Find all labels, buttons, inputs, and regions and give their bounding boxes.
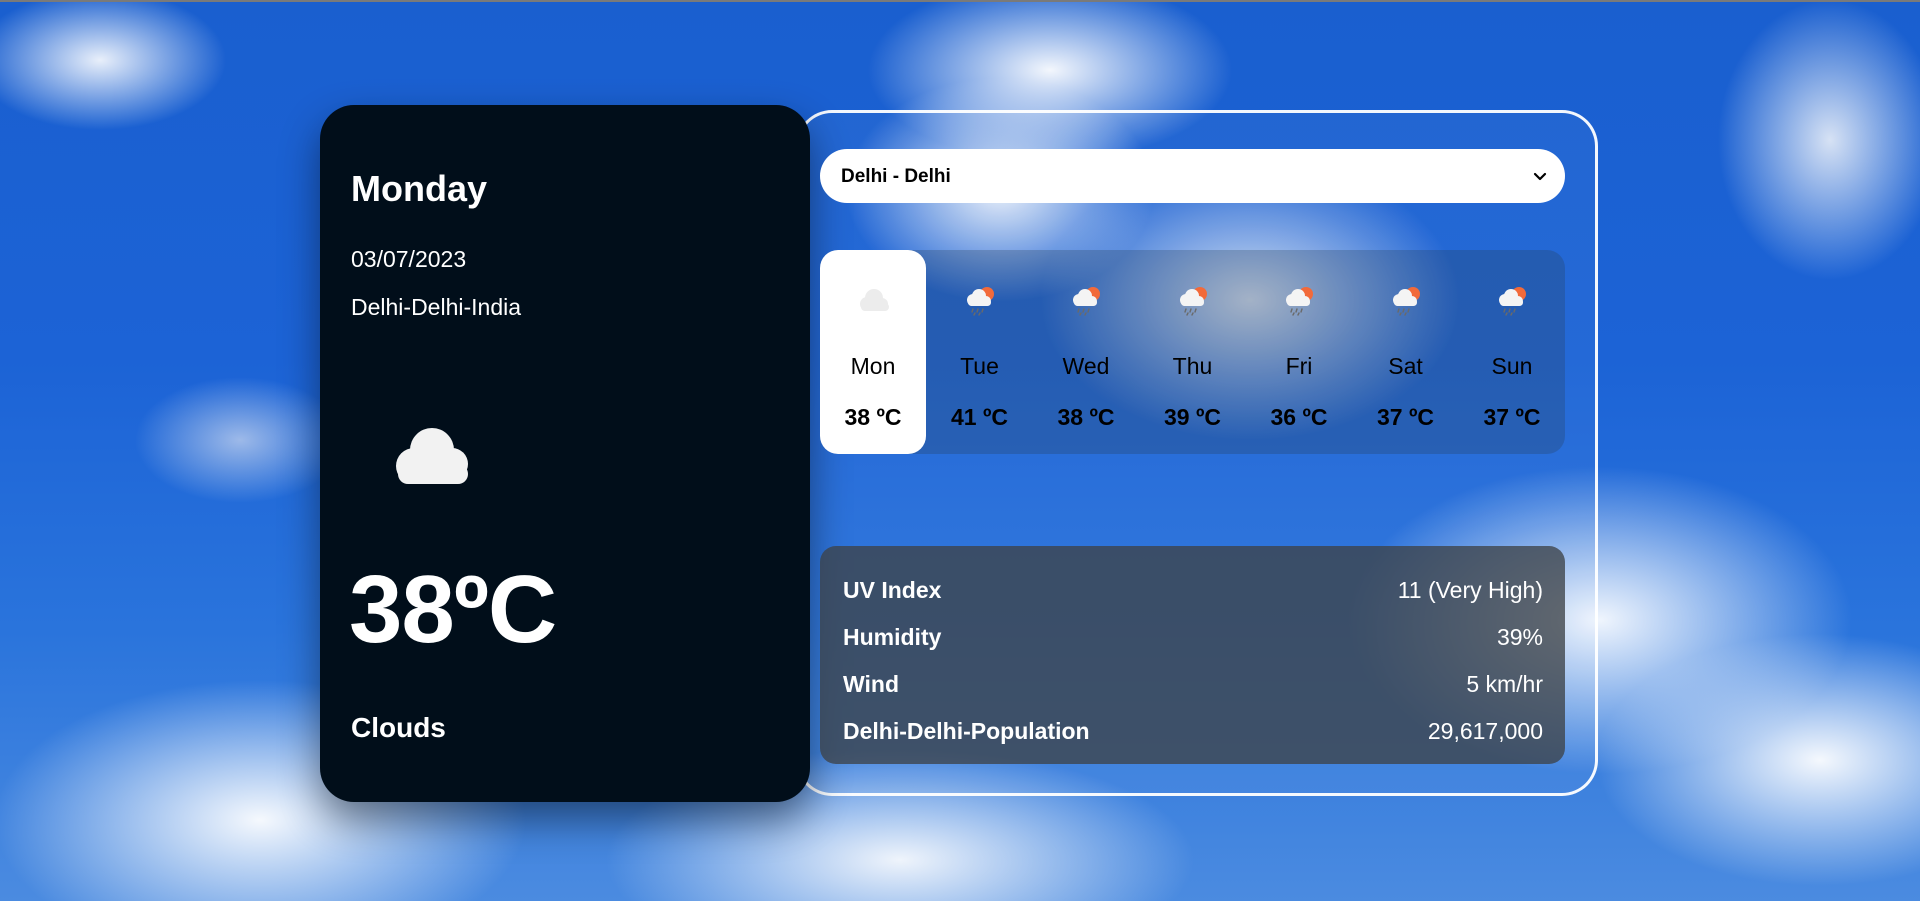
forecast-day-wed[interactable]: Wed 38 ºC (1033, 250, 1139, 454)
forecast-day-sat[interactable]: Sat 37 ºC (1353, 250, 1459, 454)
stat-value: 29,617,000 (1427, 718, 1543, 744)
stat-value: 39% (1496, 624, 1543, 650)
forecast-day-name: Fri (1285, 353, 1313, 379)
stat-label: Wind (843, 671, 899, 697)
forecast-day-temp: 37 ºC (1377, 404, 1434, 430)
forecast-day-name: Wed (1062, 353, 1110, 379)
weekly-forecast: Mon 38 ºC Tue 41 ºC Wed 38 ºC Thu 39 ºC Fri 36 ºC… (820, 250, 1565, 454)
sun-rain-cloud-icon (1392, 287, 1420, 316)
sun-rain-cloud-icon (1179, 287, 1207, 316)
stat-label: UV Index (843, 577, 942, 603)
forecast-day-temp: 41 ºC (951, 404, 1008, 430)
sun-rain-cloud-icon (1073, 287, 1100, 316)
forecast-day-name: Mon (850, 353, 896, 379)
sun-rain-cloud-icon (1286, 287, 1313, 316)
stat-wind: Wind 5 km/hr (843, 671, 1543, 701)
sun-rain-cloud-icon (1499, 287, 1526, 316)
cloud-icon (396, 428, 468, 484)
forecast-day-name: Thu (1172, 353, 1213, 379)
forecast-day-fri[interactable]: Fri 36 ºC (1246, 250, 1352, 454)
stat-population: Delhi-Delhi-Population 29,617,000 (843, 718, 1543, 748)
forecast-day-tue[interactable]: Tue 41 ºC (927, 250, 1033, 454)
stat-humidity: Humidity 39% (843, 624, 1543, 654)
current-date: 03/07/2023 (351, 246, 467, 272)
weather-details: UV Index 11 (Very High) Humidity 39% Win… (820, 546, 1565, 764)
current-temperature: 38ºC (349, 556, 557, 663)
forecast-day-temp: 39 ºC (1164, 404, 1221, 430)
current-weather-card: Monday 03/07/2023 Delhi-Delhi-India 38ºC… (320, 105, 810, 802)
forecast-day-temp: 37 ºC (1483, 404, 1541, 430)
forecast-day-temp: 38 ºC (1057, 404, 1115, 430)
forecast-day-name: Sat (1388, 353, 1423, 379)
current-condition: Clouds (351, 712, 446, 743)
stat-label: Delhi-Delhi-Population (843, 718, 1090, 744)
stat-label: Humidity (843, 624, 942, 650)
stat-uv-index: UV Index 11 (Very High) (843, 577, 1543, 607)
sun-rain-cloud-icon (966, 287, 994, 316)
city-dropdown[interactable]: Delhi - Delhi (820, 149, 1565, 203)
forecast-day-thu[interactable]: Thu 39 ºC (1140, 250, 1246, 454)
current-day: Monday (351, 168, 488, 209)
forecast-day-temp: 38 ºC (844, 404, 902, 430)
city-select[interactable]: Delhi - Delhi (820, 149, 1565, 203)
stat-value: 5 km/hr (1466, 671, 1543, 697)
forecast-day-mon[interactable]: Mon 38 ºC (820, 250, 926, 454)
forecast-day-temp: 36 ºC (1270, 404, 1328, 430)
forecast-day-name: Tue (960, 353, 999, 379)
forecast-day-sun[interactable]: Sun 37 ºC (1459, 250, 1565, 454)
chevron-down-icon (1533, 172, 1547, 181)
cloud-icon (860, 289, 889, 311)
stat-value: 11 (Very High) (1397, 577, 1543, 603)
window-top-border (0, 0, 1920, 2)
current-location: Delhi-Delhi-India (351, 294, 522, 320)
forecast-day-name: Sun (1491, 353, 1533, 379)
